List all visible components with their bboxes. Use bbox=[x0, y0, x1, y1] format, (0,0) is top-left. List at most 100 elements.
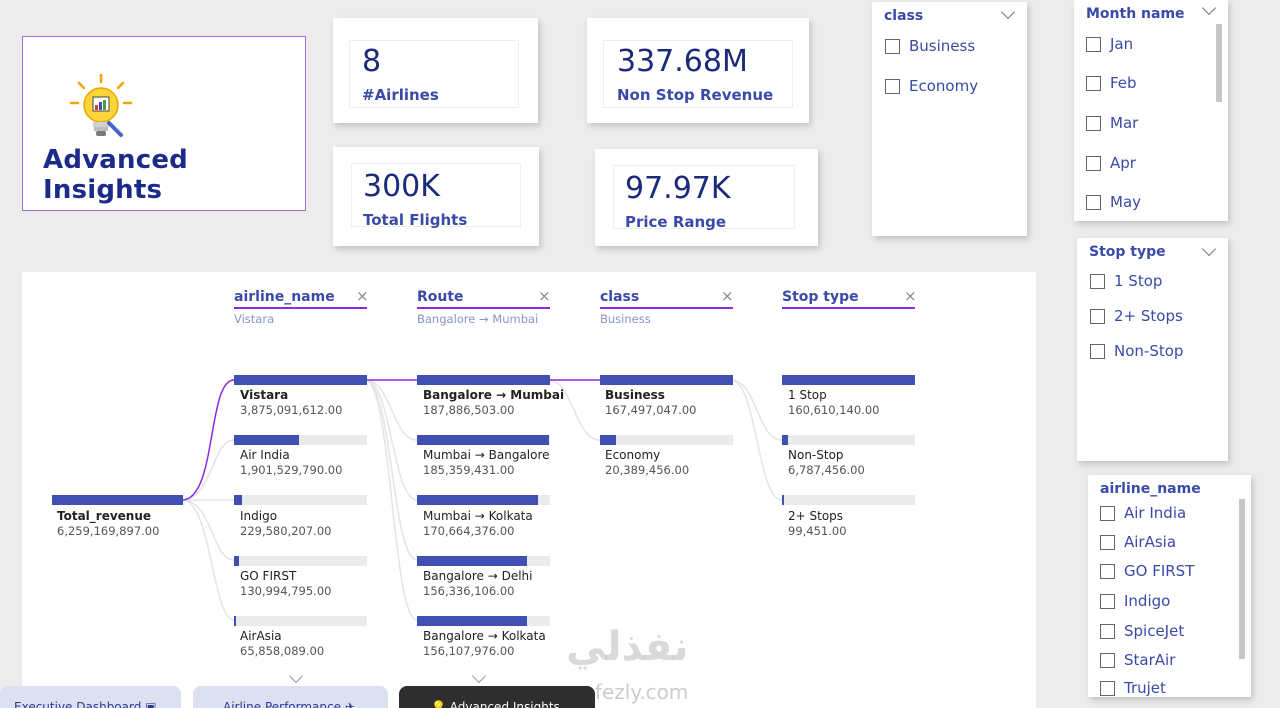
node-name: Mumbai → Bangalore bbox=[423, 448, 550, 462]
slicer-option-jan[interactable]: Jan bbox=[1086, 35, 1133, 53]
nav-button-airline-performance[interactable]: Airline Performance ✈ bbox=[193, 686, 388, 708]
slicer-option-apr[interactable]: Apr bbox=[1086, 154, 1136, 172]
checkbox[interactable] bbox=[1090, 273, 1105, 289]
kpi-label: Total Flights bbox=[363, 211, 468, 229]
kpi-value: 300K bbox=[363, 169, 440, 204]
report-title-card: Advanced Insights bbox=[22, 36, 306, 211]
level-filter: Business bbox=[600, 312, 651, 326]
node-bar[interactable] bbox=[234, 556, 239, 566]
close-icon[interactable]: × bbox=[356, 287, 369, 305]
node-value: 229,580,207.00 bbox=[240, 524, 332, 538]
chevron-down-icon[interactable] bbox=[1201, 241, 1217, 257]
node-value: 20,389,456.00 bbox=[605, 463, 690, 477]
chevron-down-icon[interactable] bbox=[1000, 4, 1016, 20]
node-value: 160,610,140.00 bbox=[788, 403, 880, 417]
node-bar[interactable] bbox=[600, 375, 733, 385]
scrollbar[interactable] bbox=[1239, 499, 1245, 659]
slicer-option-mar[interactable]: Mar bbox=[1086, 114, 1138, 132]
kpi-value: 337.68M bbox=[617, 44, 748, 79]
slicer-option-go-first[interactable]: GO FIRST bbox=[1100, 562, 1194, 580]
nav-button-advanced-insights[interactable]: 💡 Advanced Insights bbox=[399, 686, 595, 708]
level-header-route[interactable]: Route bbox=[417, 289, 464, 305]
slicer-option-non-stop[interactable]: Non-Stop bbox=[1090, 342, 1183, 360]
slicer-option-2-plus-stops[interactable]: 2+ Stops bbox=[1090, 307, 1183, 325]
slicer-option-air-india[interactable]: Air India bbox=[1100, 504, 1186, 522]
nav-button-executive-dashboard[interactable]: Executive Dashboard ▣ bbox=[0, 686, 181, 708]
level-header-airline-name[interactable]: airline_name bbox=[234, 289, 335, 305]
checkbox[interactable] bbox=[1086, 194, 1101, 210]
node-name: GO FIRST bbox=[240, 569, 297, 583]
node-bar[interactable] bbox=[417, 375, 550, 385]
slicer-class: class Business Economy bbox=[872, 2, 1027, 236]
node-value: 130,994,795.00 bbox=[240, 584, 332, 598]
slicer-option-spicejet[interactable]: SpiceJet bbox=[1100, 622, 1184, 640]
node-name: Indigo bbox=[240, 509, 278, 523]
root-bar[interactable] bbox=[52, 495, 183, 505]
node-bar[interactable] bbox=[234, 375, 367, 385]
level-header-stop-type[interactable]: Stop type bbox=[782, 289, 859, 305]
slicer-title: class bbox=[884, 8, 924, 24]
node-bar[interactable] bbox=[417, 495, 538, 505]
kpi-value: 8 bbox=[362, 44, 382, 79]
kpi-label: #Airlines bbox=[362, 86, 439, 104]
slicer-option-economy[interactable]: Economy bbox=[885, 77, 978, 95]
node-bar[interactable] bbox=[417, 616, 527, 626]
checkbox[interactable] bbox=[885, 78, 900, 94]
level-filter: Vistara bbox=[234, 312, 275, 326]
node-value: 156,336,106.00 bbox=[423, 584, 515, 598]
node-track bbox=[782, 435, 915, 445]
checkbox[interactable] bbox=[1086, 115, 1101, 131]
checkbox[interactable] bbox=[1086, 155, 1101, 171]
close-icon[interactable]: × bbox=[904, 287, 917, 305]
checkbox[interactable] bbox=[1090, 308, 1105, 324]
slicer-option-1-stop[interactable]: 1 Stop bbox=[1090, 272, 1162, 290]
slicer-option-airasia[interactable]: AirAsia bbox=[1100, 533, 1176, 551]
node-name: Air India bbox=[240, 448, 290, 462]
checkbox[interactable] bbox=[1086, 75, 1101, 91]
checkbox[interactable] bbox=[1100, 652, 1115, 668]
level-underline bbox=[782, 307, 915, 309]
checkbox[interactable] bbox=[1100, 623, 1115, 639]
node-bar[interactable] bbox=[234, 435, 299, 445]
slicer-option-may[interactable]: May bbox=[1086, 193, 1141, 211]
checkbox[interactable] bbox=[1100, 593, 1115, 609]
checkbox[interactable] bbox=[1100, 680, 1115, 696]
checkbox[interactable] bbox=[1100, 505, 1115, 521]
kpi-card-price-range: 97.97K Price Range bbox=[595, 149, 818, 246]
checkbox[interactable] bbox=[1100, 563, 1115, 579]
close-icon[interactable]: × bbox=[721, 287, 734, 305]
slicer-option-trujet[interactable]: Trujet bbox=[1100, 679, 1166, 697]
slicer-option-business[interactable]: Business bbox=[885, 37, 975, 55]
node-value: 1,901,529,790.00 bbox=[240, 463, 343, 477]
node-bar[interactable] bbox=[600, 435, 616, 445]
node-value: 65,858,089.00 bbox=[240, 644, 325, 658]
node-name: 1 Stop bbox=[788, 388, 827, 402]
node-bar[interactable] bbox=[417, 556, 527, 566]
slicer-option-indigo[interactable]: Indigo bbox=[1100, 592, 1170, 610]
lightbulb-chart-icon bbox=[69, 73, 133, 137]
node-name: Bangalore → Kolkata bbox=[423, 629, 546, 643]
slicer-option-starair[interactable]: StarAir bbox=[1100, 651, 1175, 669]
node-bar[interactable] bbox=[417, 435, 549, 445]
node-name: AirAsia bbox=[240, 629, 282, 643]
node-name: Bangalore → Mumbai bbox=[423, 388, 565, 402]
scrollbar[interactable] bbox=[1216, 24, 1222, 102]
plane-icon: ✈ bbox=[344, 700, 355, 708]
slicer-option-feb[interactable]: Feb bbox=[1086, 74, 1137, 92]
level-underline bbox=[417, 307, 550, 309]
checkbox[interactable] bbox=[1086, 36, 1101, 52]
node-name: 2+ Stops bbox=[788, 509, 844, 523]
checkbox[interactable] bbox=[885, 38, 900, 54]
checkbox[interactable] bbox=[1090, 343, 1105, 359]
node-bar[interactable] bbox=[234, 616, 236, 626]
node-bar[interactable] bbox=[782, 435, 788, 445]
checkbox[interactable] bbox=[1100, 534, 1115, 550]
node-name: Total_revenue bbox=[57, 509, 152, 523]
node-value: 167,497,047.00 bbox=[605, 403, 697, 417]
close-icon[interactable]: × bbox=[538, 287, 551, 305]
node-bar[interactable] bbox=[782, 375, 915, 385]
node-bar[interactable] bbox=[782, 495, 784, 505]
level-header-class[interactable]: class bbox=[600, 289, 639, 305]
chevron-down-icon[interactable] bbox=[1201, 0, 1217, 16]
node-bar[interactable] bbox=[234, 495, 242, 505]
